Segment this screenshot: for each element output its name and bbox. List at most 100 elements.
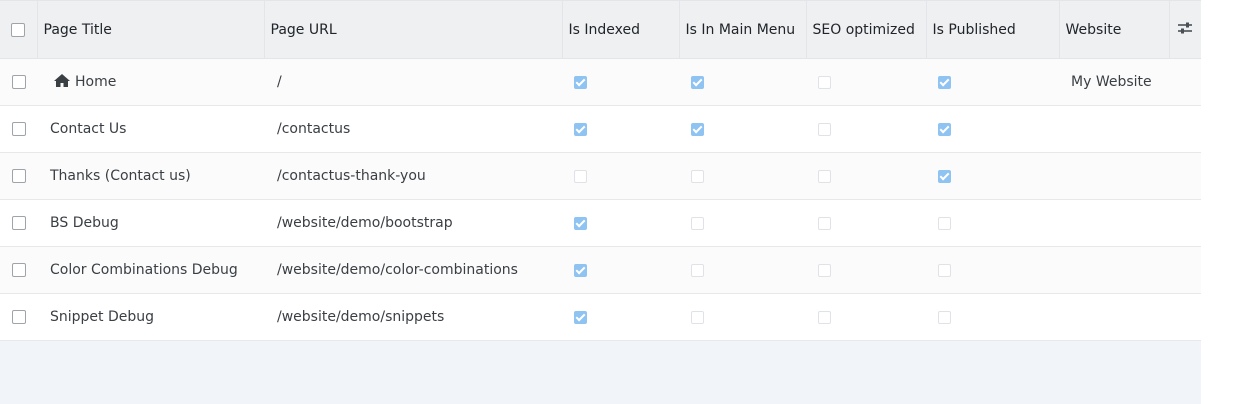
is-published-checkbox[interactable] bbox=[938, 75, 951, 89]
cell-spacer bbox=[1169, 153, 1201, 200]
table-row[interactable]: Snippet Debug/website/demo/snippets bbox=[0, 293, 1201, 341]
cell-is-indexed bbox=[562, 247, 679, 294]
row-select-cell bbox=[0, 106, 37, 153]
main-menu-checkbox[interactable] bbox=[691, 122, 704, 136]
cell-page-url[interactable]: /contactus-thank-you bbox=[264, 153, 562, 200]
cell-is-published bbox=[926, 294, 1059, 341]
column-header-main-menu[interactable]: Is In Main Menu bbox=[679, 0, 807, 59]
cell-seo-optimized bbox=[806, 247, 926, 294]
table-row[interactable]: Thanks (Contact us) /contactus-thank-you bbox=[0, 152, 1201, 200]
main-menu-checkbox[interactable] bbox=[691, 263, 704, 277]
is-published-checkbox[interactable] bbox=[938, 122, 951, 136]
cell-main-menu bbox=[679, 294, 806, 341]
column-header-seo-optimized[interactable]: SEO optimized bbox=[806, 0, 927, 59]
row-select-checkbox[interactable] bbox=[11, 169, 26, 183]
cell-is-published bbox=[926, 247, 1059, 294]
column-header-is-indexed[interactable]: Is Indexed bbox=[562, 0, 680, 59]
cell-page-url[interactable]: /contactus bbox=[264, 106, 562, 153]
home-icon bbox=[53, 73, 71, 92]
table-row[interactable]: Home / My Website bbox=[0, 58, 1201, 106]
cell-page-title[interactable]: Thanks (Contact us) bbox=[37, 153, 264, 200]
cell-page-url[interactable]: /website/demo/bootstrap bbox=[264, 200, 562, 247]
is-indexed-checkbox[interactable] bbox=[574, 263, 587, 277]
is-indexed-checkbox[interactable] bbox=[574, 310, 587, 324]
main-menu-checkbox[interactable] bbox=[691, 169, 704, 183]
cell-main-menu bbox=[679, 153, 806, 200]
column-header-page-title[interactable]: Page Title bbox=[37, 0, 265, 59]
cell-spacer bbox=[1169, 106, 1201, 153]
cell-page-title[interactable]: Snippet Debug bbox=[37, 294, 264, 341]
table-row[interactable]: Color Combinations Debug/website/demo/co… bbox=[0, 246, 1201, 294]
cell-seo-optimized bbox=[806, 106, 926, 153]
cell-is-published bbox=[926, 200, 1059, 247]
row-select-checkbox[interactable] bbox=[11, 310, 26, 324]
cell-page-url[interactable]: / bbox=[264, 59, 562, 106]
cell-page-title[interactable]: BS Debug bbox=[37, 200, 264, 247]
sliders-icon bbox=[1177, 21, 1193, 39]
main-menu-checkbox[interactable] bbox=[691, 216, 704, 230]
cell-seo-optimized bbox=[806, 294, 926, 341]
cell-seo-optimized bbox=[806, 153, 926, 200]
column-header-website[interactable]: Website bbox=[1059, 0, 1170, 59]
is-published-checkbox[interactable] bbox=[938, 169, 951, 183]
seo-optimized-checkbox[interactable] bbox=[818, 122, 831, 136]
cell-is-indexed bbox=[562, 59, 679, 106]
pages-table: Page Title Page URL Is Indexed Is In Mai… bbox=[0, 0, 1201, 341]
cell-website[interactable] bbox=[1059, 294, 1169, 341]
seo-optimized-checkbox[interactable] bbox=[818, 169, 831, 183]
cell-spacer bbox=[1169, 294, 1201, 341]
is-published-checkbox[interactable] bbox=[938, 263, 951, 277]
seo-optimized-checkbox[interactable] bbox=[818, 75, 831, 89]
is-indexed-checkbox[interactable] bbox=[574, 75, 587, 89]
cell-website[interactable]: My Website bbox=[1059, 59, 1169, 106]
cell-main-menu bbox=[679, 247, 806, 294]
seo-optimized-checkbox[interactable] bbox=[818, 216, 831, 230]
cell-is-published bbox=[926, 59, 1059, 106]
select-all-cell bbox=[0, 0, 38, 59]
cell-main-menu bbox=[679, 200, 806, 247]
column-header-is-published[interactable]: Is Published bbox=[926, 0, 1060, 59]
page-title-text: Home bbox=[75, 73, 117, 90]
page-title-text: BS Debug bbox=[50, 215, 119, 231]
cell-page-url[interactable]: /website/demo/snippets bbox=[264, 294, 562, 341]
cell-website[interactable] bbox=[1059, 153, 1169, 200]
is-indexed-checkbox[interactable] bbox=[574, 122, 587, 136]
cell-page-url[interactable]: /website/demo/color-combinations bbox=[264, 247, 562, 294]
is-published-checkbox[interactable] bbox=[938, 216, 951, 230]
page-title-text: Color Combinations Debug bbox=[50, 262, 238, 278]
select-all-checkbox[interactable] bbox=[11, 22, 26, 37]
cell-website[interactable] bbox=[1059, 200, 1169, 247]
cell-seo-optimized bbox=[806, 59, 926, 106]
table-body: Home / My Website Contact Us/contactus Thank… bbox=[0, 58, 1201, 341]
main-menu-checkbox[interactable] bbox=[691, 75, 704, 89]
is-indexed-checkbox[interactable] bbox=[574, 216, 587, 230]
cell-page-title[interactable]: Color Combinations Debug bbox=[37, 247, 264, 294]
row-select-checkbox[interactable] bbox=[11, 216, 26, 230]
cell-page-title[interactable]: Home bbox=[37, 59, 264, 106]
seo-optimized-checkbox[interactable] bbox=[818, 310, 831, 324]
is-published-checkbox[interactable] bbox=[938, 310, 951, 324]
cell-website[interactable] bbox=[1059, 106, 1169, 153]
row-select-checkbox[interactable] bbox=[11, 75, 26, 89]
optional-columns-toggle[interactable] bbox=[1169, 0, 1201, 59]
page-title-text: Snippet Debug bbox=[50, 309, 155, 325]
header-row: Page Title Page URL Is Indexed Is In Mai… bbox=[0, 0, 1201, 59]
row-select-checkbox[interactable] bbox=[11, 263, 26, 277]
table-row[interactable]: Contact Us/contactus bbox=[0, 105, 1201, 153]
cell-page-title[interactable]: Contact Us bbox=[37, 106, 264, 153]
seo-optimized-checkbox[interactable] bbox=[818, 263, 831, 277]
table-row[interactable]: BS Debug/website/demo/bootstrap bbox=[0, 199, 1201, 247]
cell-is-indexed bbox=[562, 106, 679, 153]
cell-spacer bbox=[1169, 247, 1201, 294]
cell-main-menu bbox=[679, 59, 806, 106]
main-menu-checkbox[interactable] bbox=[691, 310, 704, 324]
row-select-cell bbox=[0, 294, 37, 341]
is-indexed-checkbox[interactable] bbox=[574, 169, 587, 183]
row-select-cell bbox=[0, 59, 37, 106]
cell-is-indexed bbox=[562, 153, 679, 200]
cell-spacer bbox=[1169, 200, 1201, 247]
row-select-cell bbox=[0, 200, 37, 247]
cell-website[interactable] bbox=[1059, 247, 1169, 294]
row-select-checkbox[interactable] bbox=[11, 122, 26, 136]
column-header-page-url[interactable]: Page URL bbox=[264, 0, 563, 59]
